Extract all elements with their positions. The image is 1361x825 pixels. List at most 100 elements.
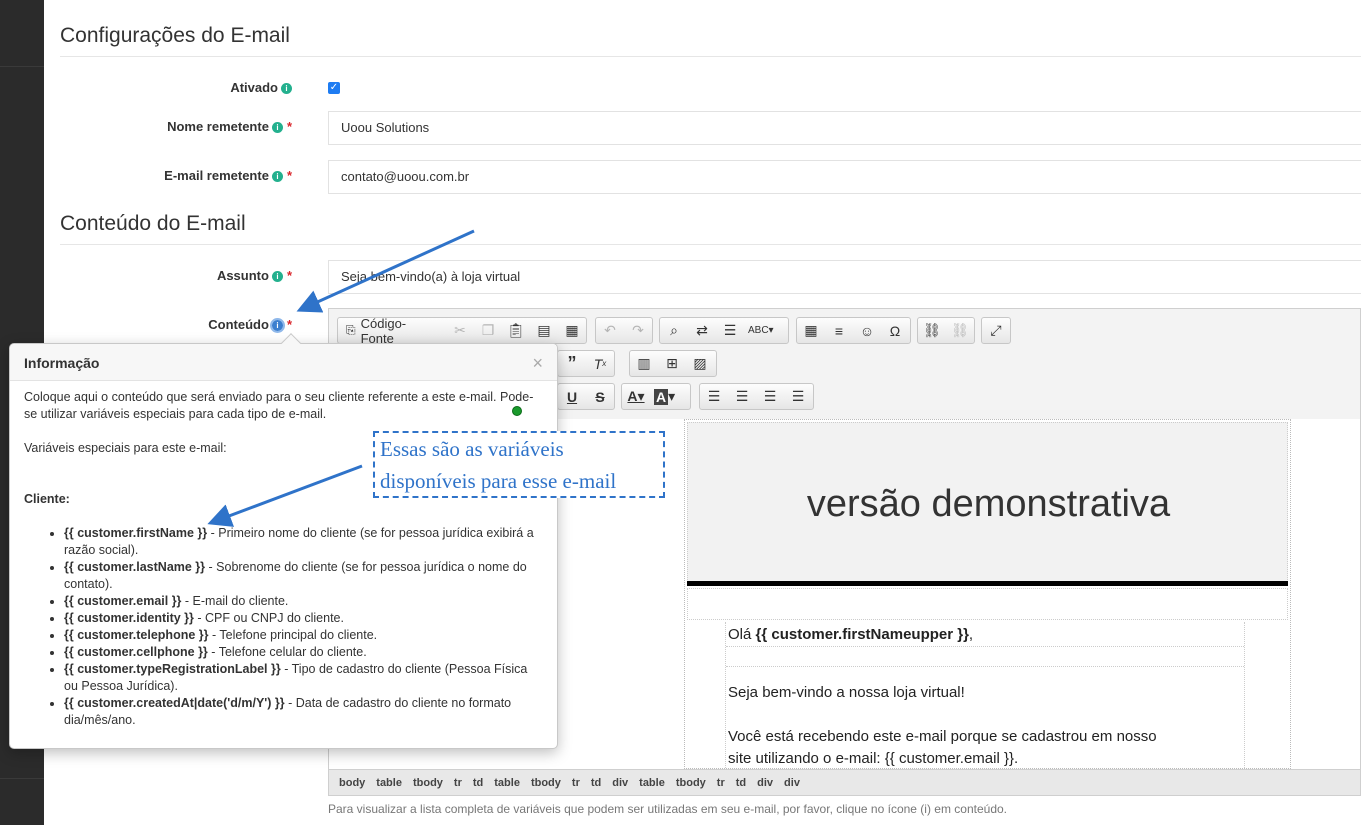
content-info-icon[interactable]: i [269,318,285,333]
path-item[interactable]: div [757,777,773,789]
path-item[interactable]: td [736,777,746,789]
remove-format-icon[interactable]: Tx [586,351,614,376]
sender-name-input[interactable]: Uoou Solutions [328,111,1361,145]
paste-text-icon[interactable]: ▤ [530,318,558,343]
copy-icon[interactable]: ❐ [474,318,502,343]
list-item: {{ customer.telephone }} - Telefone prin… [64,627,544,644]
path-item[interactable]: tbody [413,777,443,789]
sender-email-label-row: E-mail remetente i * [52,168,292,183]
find-icon[interactable]: ⌕ [660,318,688,343]
link-icon[interactable]: ⛓ [918,318,946,343]
maximize-icon[interactable]: ⤢ [982,318,1010,343]
spellcheck-icon[interactable]: ABC▾ [744,318,778,343]
path-item[interactable]: table [639,777,665,789]
template-icon[interactable]: ⊞ [658,351,686,376]
image-icon[interactable]: ▨ [686,351,714,376]
path-item[interactable]: tbody [531,777,561,789]
annotation-line-1: Essas são as variáveis [380,437,564,461]
path-item[interactable]: tr [717,777,725,789]
popover-intro: Coloque aqui o conteúdo que será enviado… [24,390,534,421]
required-marker: * [286,119,292,134]
row-divider [726,666,1244,667]
list-item: {{ customer.firstName }} - Primeiro nome… [64,525,544,559]
paste-icon[interactable]: 📋︎ [502,318,530,343]
variable-name: {{ customer.lastName }} [64,560,206,574]
bg-color-icon[interactable]: A ▾ [650,384,679,409]
section-title-content: Conteúdo do E-mail [60,212,1361,245]
variable-name: {{ customer.typeRegistrationLabel }} [64,662,281,676]
info-icon[interactable]: i [271,171,283,182]
blockquote-icon[interactable]: ” [558,351,586,376]
welcome-line: Seja bem-vindo a nossa loja virtual! [728,684,965,701]
undo-icon[interactable]: ↶ [596,318,624,343]
list-item: {{ customer.createdAt|date('d/m/Y') }} -… [64,695,544,729]
variable-description: - E-mail do cliente. [181,594,289,608]
cut-icon[interactable]: ✂ [446,318,474,343]
info-icon[interactable]: i [271,271,283,282]
toolbar-group-align: ☰ ☰ ☰ ☰ [699,383,814,410]
enabled-checkbox[interactable]: ✓ [328,82,340,94]
path-item[interactable]: tbody [676,777,706,789]
variable-name: {{ customer.telephone }} [64,628,209,642]
replace-icon[interactable]: ⇄ [688,318,716,343]
sender-email-input[interactable]: contato@uoou.com.br [328,160,1361,194]
strikethrough-icon[interactable]: S [586,384,614,409]
align-right-icon[interactable]: ☰ [756,384,784,409]
sender-email-label: E-mail remetente [164,168,269,183]
text-color-icon[interactable]: A▾ [622,384,650,409]
variable-description: - Telefone celular do cliente. [207,645,367,659]
variable-description: - CPF ou CNPJ do cliente. [193,611,344,625]
email-spacer [687,588,1288,620]
path-item[interactable]: td [591,777,601,789]
required-marker: * [286,268,292,283]
special-char-icon[interactable]: Ω [881,318,909,343]
path-item[interactable]: table [494,777,520,789]
table-icon[interactable]: ▦ [797,318,825,343]
align-center-icon[interactable]: ☰ [728,384,756,409]
toolbar-group-edit: ⌕ ⇄ ☰ ABC▾ [659,317,789,344]
info-icon[interactable]: i [271,122,283,133]
path-item[interactable]: div [612,777,628,789]
greeting-line: Olá {{ customer.firstNameupper }}, [728,626,973,643]
subject-label: Assunto [216,268,269,283]
variable-name: {{ customer.cellphone }} [64,645,208,659]
redo-icon[interactable]: ↷ [624,318,652,343]
toolbar-group-media: ▥ ⊞ ▨ [629,350,717,377]
horizontal-line-icon[interactable]: ≡ [825,318,853,343]
content-label: Conteúdo [208,317,269,332]
section-title-config: Configurações do E-mail [60,24,1361,57]
content-label-row: Conteúdo i * [52,317,292,333]
smiley-icon[interactable]: ☺ [853,318,881,343]
paste-word-icon[interactable]: ▦ [558,318,586,343]
media-icon[interactable]: ▥ [630,351,658,376]
source-button[interactable]: ⎘ Código-Fonte [338,316,446,346]
path-item[interactable]: div [784,777,800,789]
list-item: {{ customer.cellphone }} - Telefone celu… [64,644,544,661]
variable-name: {{ customer.identity }} [64,611,194,625]
info-icon[interactable]: i [281,83,292,94]
path-item[interactable]: tr [572,777,580,789]
variable-description: - Telefone principal do cliente. [208,628,378,642]
sidebar-divider [0,66,44,67]
path-item[interactable]: table [376,777,402,789]
underline-icon[interactable]: U [558,384,586,409]
path-item[interactable]: tr [454,777,462,789]
sender-name-label: Nome remetente [167,119,269,134]
select-all-icon[interactable]: ☰ [716,318,744,343]
popover-header: Informação × [10,344,557,381]
sidebar-divider [0,778,44,779]
align-left-icon[interactable]: ☰ [700,384,728,409]
unlink-icon[interactable]: ⛓ [946,318,974,343]
justify-icon[interactable]: ☰ [784,384,812,409]
annotation-callout: Essas são as variáveis disponíveis para … [373,431,665,498]
subject-input[interactable]: Seja bem-vindo(a) à loja virtual [328,260,1361,294]
annotation-line-2: disponíveis para esse e-mail [380,469,617,493]
subject-label-row: Assunto i * [52,268,292,283]
path-item[interactable]: td [473,777,483,789]
list-item: {{ customer.typeRegistrationLabel }} - T… [64,661,544,695]
close-icon[interactable]: × [532,354,543,372]
path-item[interactable]: body [339,777,365,789]
toolbar-group-history: ↶ ↷ [595,317,653,344]
enabled-label: Ativado [230,80,278,95]
info-popover: Informação × Coloque aqui o conteúdo que… [9,333,558,749]
